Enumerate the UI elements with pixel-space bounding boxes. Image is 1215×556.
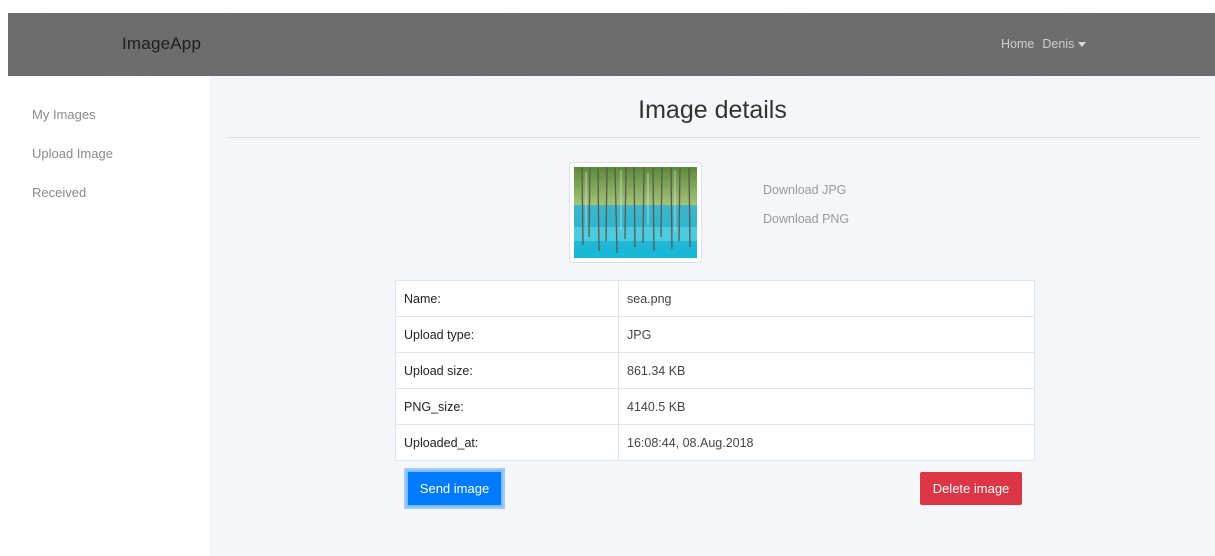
user-menu-label: Denis xyxy=(1042,37,1075,51)
sidebar-item-received[interactable]: Received xyxy=(32,185,86,200)
download-png-link[interactable]: Download PNG xyxy=(763,212,849,226)
sidebar: My Images Upload Image Received xyxy=(0,76,210,556)
download-jpg-link[interactable]: Download JPG xyxy=(763,183,846,197)
top-navbar: ImageApp Home Denis xyxy=(8,13,1215,76)
page-title: Image details xyxy=(638,96,787,124)
main-content: Image details Download JPG Download PNG … xyxy=(210,76,1215,556)
detail-key: Upload size: xyxy=(395,352,619,389)
table-row: Uploaded_at: 16:08:44, 08.Aug.2018 xyxy=(395,424,1035,461)
detail-value: JPG xyxy=(618,316,1035,353)
image-thumbnail xyxy=(569,162,702,263)
delete-image-button[interactable]: Delete image xyxy=(920,472,1022,505)
detail-value: 4140.5 KB xyxy=(618,388,1035,425)
table-row: PNG_size: 4140.5 KB xyxy=(395,388,1035,425)
user-menu[interactable]: Denis xyxy=(1042,37,1087,51)
table-row: Upload size: 861.34 KB xyxy=(395,352,1035,389)
detail-key: Name: xyxy=(395,280,619,317)
nav-home-link[interactable]: Home xyxy=(1001,37,1034,51)
sidebar-item-my-images[interactable]: My Images xyxy=(32,107,96,122)
brand-logo[interactable]: ImageApp xyxy=(122,34,201,54)
detail-value: 16:08:44, 08.Aug.2018 xyxy=(618,424,1035,461)
detail-key: Uploaded_at: xyxy=(395,424,619,461)
title-divider xyxy=(228,137,1201,138)
send-image-button[interactable]: Send image xyxy=(406,470,503,507)
detail-key: Upload type: xyxy=(395,316,619,353)
table-row: Name: sea.png xyxy=(395,280,1035,317)
table-row: Upload type: JPG xyxy=(395,316,1035,353)
nav-right: Home Denis xyxy=(1001,37,1087,51)
image-details-table: Name: sea.png Upload type: JPG Upload si… xyxy=(395,280,1035,461)
detail-key: PNG_size: xyxy=(395,388,619,425)
detail-value: sea.png xyxy=(618,280,1035,317)
caret-down-icon xyxy=(1078,41,1087,47)
sea-image-preview xyxy=(574,167,697,258)
sidebar-item-upload-image[interactable]: Upload Image xyxy=(32,146,113,161)
detail-value: 861.34 KB xyxy=(618,352,1035,389)
